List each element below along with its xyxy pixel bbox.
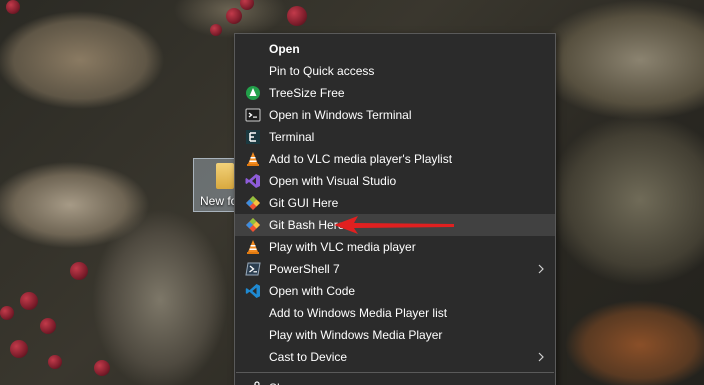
menu-item-treesize[interactable]: TreeSize Free — [235, 82, 555, 104]
git-icon — [246, 196, 260, 210]
menu-item-label: Open — [269, 42, 300, 56]
berry — [40, 318, 56, 334]
berry — [20, 292, 38, 310]
menu-item-label: Play with Windows Media Player — [269, 328, 443, 342]
chevron-right-icon — [538, 264, 544, 274]
menu-item-play-vlc[interactable]: Play with VLC media player — [235, 236, 555, 258]
desktop-folder-label[interactable]: New fo — [200, 194, 235, 208]
context-menu: Open Pin to Quick access TreeSize Free O… — [234, 33, 556, 385]
menu-item-play-wmp[interactable]: Play with Windows Media Player — [235, 324, 555, 346]
powershell-icon — [245, 262, 261, 276]
menu-item-label: Pin to Quick access — [269, 64, 375, 78]
menu-item-open[interactable]: Open — [235, 38, 555, 60]
desktop-background: New fo Open Pin to Quick access TreeSize… — [0, 0, 704, 385]
menu-item-label: PowerShell 7 — [269, 262, 340, 276]
berry — [226, 8, 242, 24]
menu-item-git-gui-here[interactable]: Git GUI Here — [235, 192, 555, 214]
visual-studio-icon — [245, 174, 260, 188]
berry — [210, 24, 222, 36]
menu-item-label: Add to VLC media player's Playlist — [269, 152, 453, 166]
berry — [70, 262, 88, 280]
chevron-right-icon — [538, 352, 544, 362]
berry — [6, 0, 20, 14]
menu-item-open-windows-terminal[interactable]: Open in Windows Terminal — [235, 104, 555, 126]
menu-item-share[interactable]: Sh — [235, 377, 555, 385]
vlc-icon — [247, 240, 259, 254]
git-icon — [246, 218, 260, 232]
berry — [0, 306, 14, 320]
menu-item-pin-quick-access[interactable]: Pin to Quick access — [235, 60, 555, 82]
share-icon — [253, 381, 260, 385]
annotation-arrow — [334, 216, 454, 234]
menu-item-label: Open with Visual Studio — [269, 174, 397, 188]
menu-item-label: Sh — [269, 381, 284, 385]
berry — [240, 0, 254, 10]
treesize-icon — [246, 86, 260, 100]
berry — [48, 355, 62, 369]
berry — [287, 6, 307, 26]
menu-item-label: Open in Windows Terminal — [269, 108, 412, 122]
menu-item-add-wmp-list[interactable]: Add to Windows Media Player list — [235, 302, 555, 324]
menu-item-cast-to-device[interactable]: Cast to Device — [235, 346, 555, 368]
menu-item-terminal[interactable]: Terminal — [235, 126, 555, 148]
vlc-icon — [247, 152, 259, 166]
menu-item-label: Open with Code — [269, 284, 356, 298]
menu-item-open-with-code[interactable]: Open with Code — [235, 280, 555, 302]
menu-item-label: Play with VLC media player — [269, 240, 416, 254]
windows-terminal-icon — [245, 108, 261, 122]
menu-item-label: Add to Windows Media Player list — [269, 306, 448, 320]
menu-item-open-visual-studio[interactable]: Open with Visual Studio — [235, 170, 555, 192]
menu-item-label: Git GUI Here — [269, 196, 339, 210]
menu-item-label: Cast to Device — [269, 350, 348, 364]
folder-icon[interactable] — [216, 163, 234, 189]
menu-item-powershell-7[interactable]: PowerShell 7 — [235, 258, 555, 280]
vscode-icon — [245, 284, 260, 298]
menu-separator — [236, 372, 554, 373]
terminal-icon — [246, 130, 260, 144]
menu-item-label: Terminal — [269, 130, 315, 144]
berry — [94, 360, 110, 376]
menu-item-label: TreeSize Free — [269, 86, 345, 100]
menu-item-add-vlc-playlist[interactable]: Add to VLC media player's Playlist — [235, 148, 555, 170]
berry — [10, 340, 28, 358]
